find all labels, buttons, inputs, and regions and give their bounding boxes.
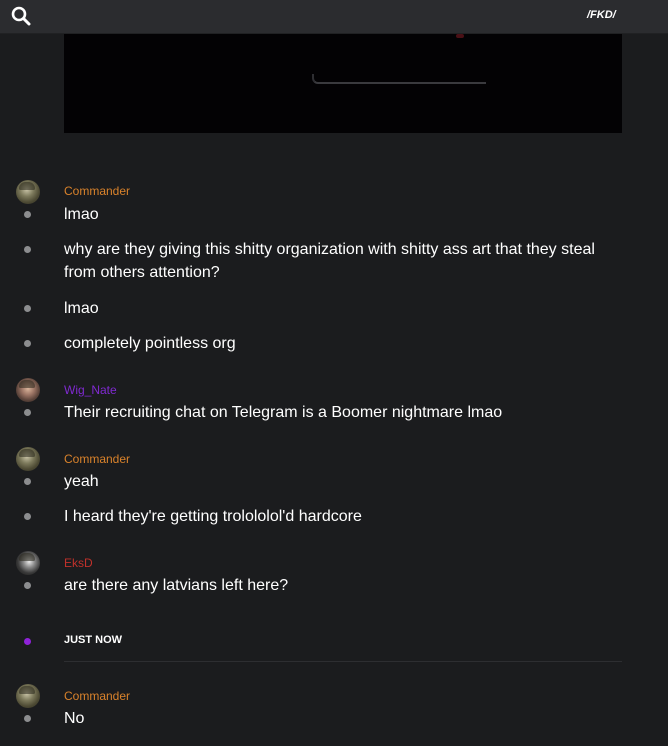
- avatar[interactable]: [16, 447, 40, 471]
- avatar[interactable]: [16, 180, 40, 204]
- message-text: No: [64, 710, 85, 727]
- message-bullet: [24, 305, 31, 312]
- message-bullet: [24, 582, 31, 589]
- channel-name[interactable]: /FKD/: [587, 9, 616, 21]
- username[interactable]: Wig_Nate: [64, 383, 117, 397]
- username[interactable]: EksD: [64, 556, 93, 570]
- message-bullet: [24, 715, 31, 722]
- new-messages-label: JUST NOW: [64, 634, 123, 646]
- message-bullet: [24, 478, 31, 485]
- new-message-marker: [24, 638, 31, 645]
- avatar[interactable]: [16, 551, 40, 575]
- username[interactable]: Commander: [64, 452, 130, 466]
- message-text: lmao: [64, 206, 99, 223]
- divider: [64, 661, 622, 662]
- top-bar: /FKD/: [0, 0, 668, 34]
- message-text: Their recruiting chat on Telegram is a B…: [64, 404, 503, 421]
- message-bullet: [24, 513, 31, 520]
- message-text: I heard they're getting trolololol'd har…: [64, 508, 362, 525]
- message-text: yeah: [64, 473, 99, 490]
- message-text: lmao: [64, 300, 99, 317]
- avatar[interactable]: [16, 378, 40, 402]
- embedded-video[interactable]: [64, 34, 622, 133]
- media-content-accent: [456, 34, 464, 38]
- message-bullet: [24, 409, 31, 416]
- media-content: [312, 74, 486, 84]
- avatar[interactable]: [16, 684, 40, 708]
- username[interactable]: Commander: [64, 689, 130, 703]
- message-text: why are they giving this shitty organiza…: [64, 241, 595, 281]
- search-icon[interactable]: [11, 6, 31, 26]
- message-bullet: [24, 246, 31, 253]
- message-text: completely pointless org: [64, 335, 236, 352]
- message-bullet: [24, 340, 31, 347]
- message-text: are there any latvians left here?: [64, 577, 289, 594]
- username[interactable]: Commander: [64, 184, 130, 198]
- message-bullet: [24, 211, 31, 218]
